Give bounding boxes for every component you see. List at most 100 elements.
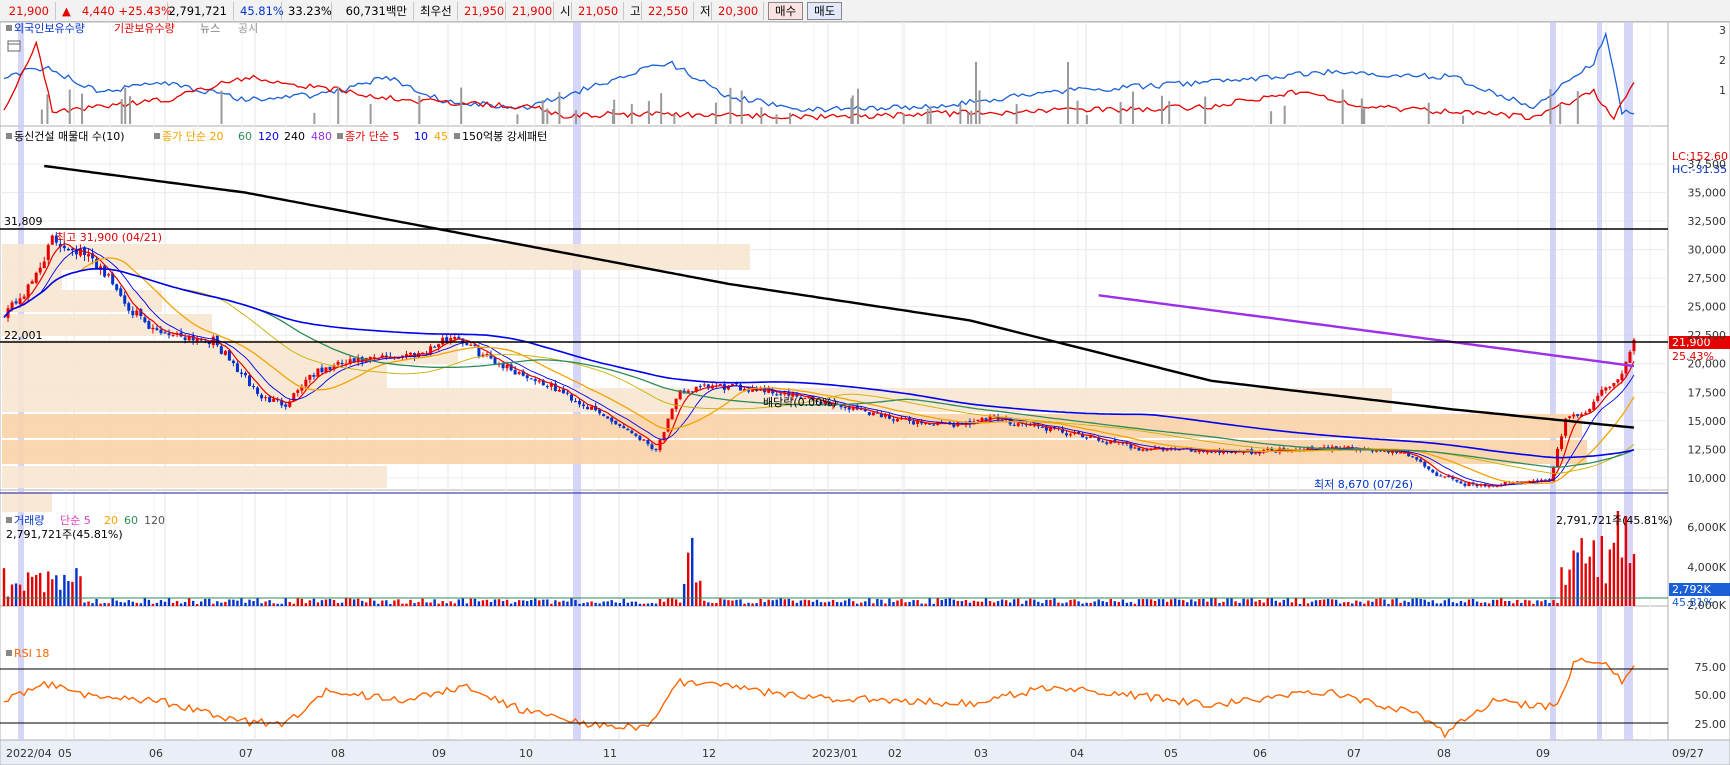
- volume-bar: [711, 603, 714, 606]
- volume-bar: [735, 599, 738, 606]
- volume-bar: [224, 601, 227, 606]
- volume-bar: [1363, 603, 1366, 606]
- volume-bar: [992, 602, 996, 606]
- legend-ma5: 종가 단순 5: [345, 130, 399, 143]
- candle-body: [1560, 436, 1564, 449]
- volume-bar: [1278, 602, 1282, 606]
- volume-bar: [1463, 602, 1467, 606]
- price-tick-label: 15,000: [1688, 415, 1727, 428]
- volume-bar: [1504, 601, 1507, 606]
- volume-bar: [509, 603, 513, 606]
- volume-bar: [167, 598, 171, 606]
- candle-body: [561, 389, 565, 394]
- volume-bar: [171, 603, 175, 606]
- volume-bar: [449, 601, 452, 606]
- volume-bar: [650, 602, 654, 606]
- volume-bar: [336, 603, 340, 606]
- candle-body: [103, 265, 107, 277]
- calendar-icon[interactable]: [7, 40, 21, 52]
- volume-bar: [1499, 598, 1503, 606]
- volume-bar: [542, 599, 545, 606]
- volume-bar: [1512, 603, 1515, 606]
- volume-bar: [534, 598, 537, 606]
- volume-bar: [252, 601, 255, 606]
- volume-bar: [1395, 598, 1398, 606]
- volume-bar: [1451, 602, 1455, 606]
- volume-bar: [381, 600, 384, 606]
- volume-bar: [1628, 563, 1632, 606]
- volume-bar: [827, 601, 831, 606]
- volume-bar: [505, 599, 509, 606]
- x-tick-label: 06: [149, 747, 163, 760]
- candle-body: [650, 444, 654, 449]
- volume-bar: [521, 600, 525, 606]
- volume-bar: [1403, 600, 1406, 606]
- candle-body: [718, 384, 722, 386]
- volume-bar: [332, 600, 336, 606]
- volume-bar: [763, 602, 766, 606]
- volume-bar: [67, 581, 70, 606]
- volume-bar: [759, 598, 762, 606]
- candle-body: [239, 372, 243, 374]
- legend-ma480: 480: [311, 130, 332, 143]
- volume-bar: [1049, 599, 1052, 606]
- price-tick-label: 12,500: [1688, 443, 1727, 456]
- volume-bar: [39, 572, 42, 606]
- volume-bar: [200, 601, 203, 606]
- candle-body: [1012, 424, 1016, 426]
- chart-canvas[interactable]: 외국인보유수량 기관보유수량 뉴스 공시 동신건설 매물대 수(10) 종가 단…: [0, 22, 1730, 765]
- volume-bar: [634, 601, 638, 606]
- volume-bar: [1475, 601, 1479, 606]
- volume-profile-bar: [2, 466, 387, 488]
- volume-bar: [244, 602, 247, 606]
- volume-bar: [976, 601, 980, 606]
- volume-bar: [421, 598, 424, 606]
- candle-body: [606, 416, 610, 419]
- volume-bar: [111, 598, 114, 606]
- candle-body: [602, 413, 606, 417]
- candle-body: [235, 363, 239, 372]
- volume-bar: [1085, 602, 1088, 606]
- volume-bar: [445, 603, 448, 606]
- volume-bar: [1355, 600, 1358, 606]
- volume-bar: [220, 602, 223, 606]
- volume-bar: [1169, 599, 1173, 606]
- volume-bar: [1548, 603, 1551, 606]
- x-tick-label: 2023/01: [812, 747, 858, 760]
- volume-bar: [1415, 598, 1418, 606]
- volume-bar: [1447, 598, 1451, 606]
- candle-body: [22, 296, 26, 299]
- price-tick-label: 27,500: [1688, 272, 1727, 285]
- volume-bar: [682, 583, 686, 606]
- buy-button[interactable]: 매수: [768, 1, 804, 20]
- volume-bar: [1588, 556, 1591, 606]
- volume-bar: [1294, 598, 1298, 606]
- candle-body: [1620, 373, 1624, 381]
- volume-bar: [1467, 599, 1471, 606]
- candle-body: [1254, 453, 1258, 455]
- candle-body: [638, 435, 642, 441]
- volume-panel: [0, 489, 1669, 607]
- sell-button[interactable]: 매도: [807, 1, 843, 20]
- volume-bar: [872, 603, 875, 606]
- volume-bar: [787, 598, 791, 606]
- volume-bar: [1069, 599, 1072, 606]
- volume-bar: [1427, 601, 1430, 606]
- volume-bar: [1431, 600, 1434, 606]
- volume-bar: [1439, 603, 1443, 606]
- volume-bar: [1383, 599, 1386, 606]
- candle-body: [779, 393, 783, 395]
- volume-bar: [1021, 603, 1024, 606]
- volume-bar: [288, 602, 291, 606]
- volume-bar: [554, 600, 557, 606]
- volume-bar: [352, 599, 356, 606]
- volume-bar: [602, 601, 605, 606]
- volume-bar: [429, 602, 432, 606]
- volume-bar: [908, 601, 911, 606]
- volume-bar: [1133, 603, 1137, 606]
- volume-bar: [658, 599, 662, 606]
- volume-bar: [1536, 600, 1539, 606]
- candle-body: [243, 373, 247, 376]
- volume-bar: [1399, 602, 1402, 606]
- volume-bar: [980, 601, 984, 606]
